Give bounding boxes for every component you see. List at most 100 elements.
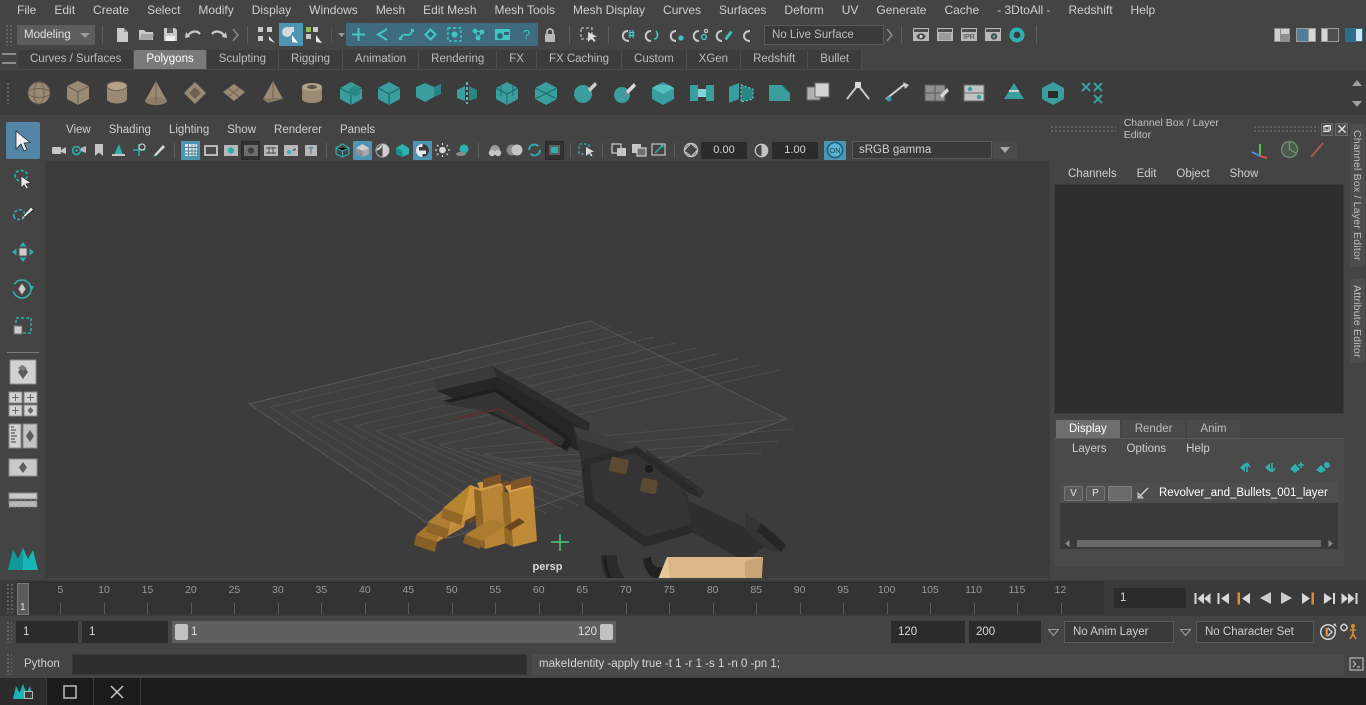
deformations-mask-icon[interactable] <box>442 23 466 46</box>
shelf-tab-redshift[interactable]: Redshift <box>741 50 809 69</box>
layer-editor-tab-anim[interactable]: Anim <box>1187 420 1240 438</box>
close-icon[interactable] <box>1335 122 1348 136</box>
smooth-shade-all-icon[interactable] <box>353 140 372 160</box>
anim-layer-dropdown-arrow[interactable] <box>1045 628 1061 636</box>
step-back-key-icon[interactable] <box>1234 587 1255 609</box>
toggle-tool-settings-icon[interactable] <box>1318 23 1342 46</box>
toggle-channel-box-icon[interactable] <box>1342 23 1366 46</box>
command-line-grip[interactable] <box>6 653 12 675</box>
menu-set-selector[interactable]: Modeling <box>17 24 95 45</box>
poly-plane-icon[interactable] <box>217 76 251 110</box>
open-scene-icon[interactable] <box>134 23 158 46</box>
xray-joints-icon[interactable] <box>609 141 628 160</box>
shelf-tab-rigging[interactable]: Rigging <box>279 50 344 69</box>
time-cursor[interactable]: 1 <box>17 583 29 615</box>
shelf-tab-fx[interactable]: FX <box>497 50 537 69</box>
layer-playback-toggle[interactable]: P <box>1086 485 1105 501</box>
snap-to-point-icon[interactable] <box>664 23 688 46</box>
surfaces-mask-icon[interactable] <box>418 23 442 46</box>
layer-editor-menu-help[interactable]: Help <box>1176 443 1220 455</box>
maya-app-icon[interactable] <box>0 678 46 705</box>
go-to-start-icon[interactable] <box>1192 587 1213 609</box>
range-right-handle[interactable] <box>600 624 613 640</box>
gamma-icon[interactable] <box>752 141 771 160</box>
grid-toggle-icon[interactable] <box>181 140 200 160</box>
shelf-tab-curves-surfaces[interactable]: Curves / Surfaces <box>18 50 135 69</box>
poly-paint-icon[interactable] <box>607 76 641 110</box>
time-slider-grip[interactable] <box>6 583 13 613</box>
render-current-frame-icon[interactable] <box>909 23 933 46</box>
chevron-down-small-icon[interactable] <box>336 25 346 45</box>
shelf-tab-sculpting[interactable]: Sculpting <box>206 50 280 69</box>
exposure-reset-icon[interactable] <box>649 141 668 160</box>
shelf-tab-bullet[interactable]: Bullet <box>808 50 863 69</box>
move-layer-up-icon[interactable] <box>1239 461 1255 477</box>
menu-item-display[interactable]: Display <box>243 0 300 21</box>
lasso-select-tool[interactable] <box>6 159 40 196</box>
single-perspective-layout[interactable] <box>6 357 40 387</box>
poly-cone-icon[interactable] <box>139 76 173 110</box>
poly-sculpt-icon[interactable] <box>568 76 602 110</box>
menu-item-curves[interactable]: Curves <box>654 0 710 21</box>
layer-row[interactable]: V P Revolver_and_Bullets_001_layer <box>1060 483 1338 503</box>
color-management-dropdown-arrow[interactable] <box>993 141 1017 159</box>
animation-preferences-icon[interactable] <box>1338 621 1359 643</box>
menu-item-cache[interactable]: Cache <box>935 0 988 21</box>
move-layer-down-icon[interactable] <box>1264 461 1280 477</box>
channel-box-icon[interactable] <box>1250 141 1270 162</box>
menu-item-redshift[interactable]: Redshift <box>1060 0 1122 21</box>
toggle-modeling-toolkit-icon[interactable] <box>1270 23 1294 46</box>
resolution-gate-icon[interactable] <box>221 141 240 160</box>
viewport-menu-panels[interactable]: Panels <box>331 124 384 136</box>
menu-item-file[interactable]: File <box>8 0 45 21</box>
command-input[interactable] <box>72 653 527 675</box>
xray-active-components-icon[interactable] <box>629 141 648 160</box>
shaded-wireframe-icon[interactable] <box>373 141 392 160</box>
time-slider-track[interactable]: 1 5 10 15 20 25 30 35 40 45 50 55 60 65 70 75 80 85 90 95 1… <box>17 582 1104 615</box>
motion-blur-icon[interactable] <box>505 141 524 160</box>
attribute-editor-icon[interactable] <box>1280 140 1299 162</box>
layer-visibility-toggle[interactable]: V <box>1064 485 1083 501</box>
poly-reduce-icon[interactable] <box>529 76 563 110</box>
scroll-right-icon[interactable] <box>1326 539 1335 548</box>
grease-pencil-icon[interactable] <box>149 141 168 160</box>
poly-bridge-icon[interactable] <box>685 76 719 110</box>
poly-sphere-icon[interactable] <box>22 76 56 110</box>
menu-item-deform[interactable]: Deform <box>775 0 832 21</box>
shelf-tab-animation[interactable]: Animation <box>343 50 420 69</box>
menu-item-mesh[interactable]: Mesh <box>367 0 414 21</box>
move-tool[interactable] <box>6 233 40 270</box>
poly-smooth-icon[interactable] <box>490 76 524 110</box>
color-management-select[interactable]: sRGB gamma <box>852 141 992 159</box>
play-forwards-icon[interactable] <box>1276 587 1297 609</box>
channel-box-menu-show[interactable]: Show <box>1220 168 1269 180</box>
modeling-toolkit-icon[interactable] <box>1309 141 1326 162</box>
hypershade-layout[interactable] <box>6 485 40 515</box>
exposure-field[interactable]: 0.00 <box>701 141 747 159</box>
select-camera-icon[interactable] <box>49 141 68 160</box>
poly-cylinder-icon[interactable] <box>100 76 134 110</box>
vertical-tab-channel-box[interactable]: Channel Box / Layer Editor <box>1349 124 1365 267</box>
status-line-grip[interactable] <box>5 23 14 46</box>
save-scene-icon[interactable] <box>158 23 182 46</box>
ambient-occlusion-icon[interactable] <box>485 141 504 160</box>
hypershade-icon[interactable] <box>1005 23 1029 46</box>
viewport-menu-view[interactable]: View <box>57 124 100 136</box>
new-scene-icon[interactable] <box>110 23 134 46</box>
use-default-lighting-icon[interactable] <box>433 141 452 160</box>
poly-append-icon[interactable] <box>724 76 758 110</box>
menu-item-generate[interactable]: Generate <box>867 0 935 21</box>
ipr-render-icon[interactable]: IPR <box>957 23 981 46</box>
shelf-grip[interactable] <box>6 82 11 104</box>
xray-icon[interactable] <box>577 141 596 160</box>
two-d-pan-zoom-icon[interactable] <box>129 141 148 160</box>
menu-item-surfaces[interactable]: Surfaces <box>710 0 775 21</box>
window-icon[interactable] <box>47 678 93 705</box>
viewport-menu-shading[interactable]: Shading <box>100 124 160 136</box>
persp-outliner-layout[interactable] <box>6 421 40 451</box>
vertical-tab-attribute-editor[interactable]: Attribute Editor <box>1349 278 1365 364</box>
layer-editor-menu-layers[interactable]: Layers <box>1062 443 1117 455</box>
layer-color-swatch[interactable] <box>1108 485 1132 501</box>
poly-pipe-icon[interactable] <box>295 76 329 110</box>
playback-end-time-field[interactable]: 120 <box>891 621 965 643</box>
